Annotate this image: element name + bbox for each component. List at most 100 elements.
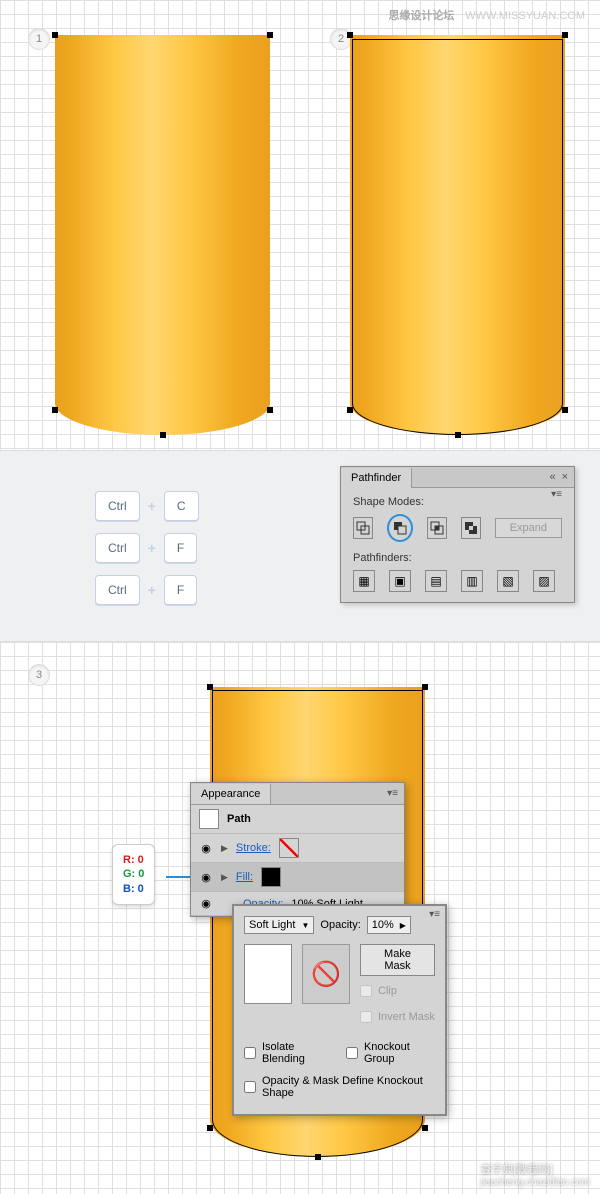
shape-modes-row: Expand [353,514,562,542]
define-knockout-checkbox[interactable]: Opacity & Mask Define Knockout Shape [244,1075,435,1099]
plus-icon: + [148,540,156,556]
collapse-icon[interactable]: « [549,471,555,483]
panel-menu-icon[interactable]: ▾≡ [545,489,568,500]
anchor-point[interactable] [52,407,58,413]
expand-button[interactable]: Expand [495,518,562,538]
anchor-point[interactable] [267,407,273,413]
trim-button[interactable]: ▣ [389,570,411,592]
target-row: Path [191,805,404,834]
anchor-point[interactable] [562,32,568,38]
intersect-button[interactable] [427,517,447,539]
anchor-point[interactable] [315,1154,321,1160]
anchor-point[interactable] [422,684,428,690]
opacity-thumbnail[interactable] [244,944,292,1004]
fill-row[interactable]: ◉ ▶ Fill: [191,863,404,892]
transparency-popout[interactable]: ▾≡ Soft Light ▼ Opacity: 10% ▶ 🚫 Make Ma… [232,904,447,1116]
unite-button[interactable] [353,517,373,539]
plus-icon: + [148,498,156,514]
fill-swatch-black[interactable] [261,867,281,887]
rgb-b-value: B: 0 [123,882,144,896]
watermark-footer: 查字典[教程网] jiaocheng.chazidian.com [480,1160,590,1188]
anchor-point[interactable] [160,432,166,438]
knockout-group-checkbox[interactable]: Knockout Group [346,1041,435,1065]
anchor-point[interactable] [267,32,273,38]
rgb-g-value: G: 0 [123,867,144,881]
cylinder-shape-2[interactable] [350,35,565,435]
path-label: Path [227,813,251,825]
anchor-point[interactable] [207,684,213,690]
anchor-point[interactable] [52,32,58,38]
minus-back-button[interactable]: ▨ [533,570,555,592]
cylinder-shape-1[interactable] [55,35,270,435]
target-swatch[interactable] [199,809,219,829]
pathfinders-label: Pathfinders: [353,552,562,564]
transparency-body: Soft Light ▼ Opacity: 10% ▶ 🚫 Make Mask … [233,905,446,1115]
pathfinder-panel[interactable]: Pathfinder « × ▾≡ Shape Modes: Expand Pa… [340,466,575,603]
panel-header[interactable]: Pathfinder « × [341,467,574,488]
close-icon[interactable]: × [562,471,568,483]
visibility-toggle[interactable]: ◉ [199,897,213,910]
plus-icon: + [148,582,156,598]
shape-modes-label: Shape Modes: [353,496,562,508]
crop-button[interactable]: ▥ [461,570,483,592]
chevron-down-icon: ▼ [301,921,309,930]
key-ctrl: Ctrl [95,575,140,605]
footer-url: jiaocheng.chazidian.com [480,1177,590,1188]
step-badge-1: 1 [28,28,50,50]
cylinder-body [350,35,565,435]
key-f: F [164,575,197,605]
appearance-panel[interactable]: Appearance ▾≡ Path ◉ ▶ Stroke: ◉ ▶ Fill:… [190,782,405,917]
fill-link[interactable]: Fill: [236,871,253,883]
invert-mask-checkbox: Invert Mask [360,1011,435,1023]
anchor-point[interactable] [455,432,461,438]
panel-menu-icon[interactable]: ▾≡ [381,788,404,799]
watermark-url: WWW.MISSYUAN.COM [465,10,585,22]
visibility-toggle[interactable]: ◉ [199,871,213,884]
merge-button[interactable]: ▤ [425,570,447,592]
rgb-values-callout: R: 0 G: 0 B: 0 [112,844,155,905]
pathfinder-tab[interactable]: Pathfinder [341,468,412,488]
step-badge-3: 3 [28,664,50,686]
shortcut-row: Ctrl + F [95,533,197,563]
anchor-point[interactable] [347,32,353,38]
expand-triangle-icon[interactable]: ▶ [221,872,228,883]
visibility-toggle[interactable]: ◉ [199,842,213,855]
anchor-point[interactable] [422,1125,428,1131]
panel-controls[interactable]: « × [543,471,574,483]
pathfinders-row: ▦ ▣ ▤ ▥ ▧ ▨ [353,570,562,592]
panel-header[interactable]: Appearance ▾≡ [191,783,404,805]
opacity-label: Opacity: [320,919,360,931]
anchor-point[interactable] [562,407,568,413]
anchor-point[interactable] [207,1125,213,1131]
mask-thumbnail-empty[interactable]: 🚫 [302,944,350,1004]
chevron-right-icon: ▶ [400,921,406,930]
anchor-point[interactable] [347,407,353,413]
appearance-tab[interactable]: Appearance [191,784,271,804]
pathfinder-body: Shape Modes: Expand Pathfinders: ▦ ▣ ▤ ▥… [341,488,574,602]
outline-button[interactable]: ▧ [497,570,519,592]
make-mask-button[interactable]: Make Mask [360,944,435,976]
panel-menu-icon[interactable]: ▾≡ [429,909,440,920]
isolate-blending-checkbox[interactable]: Isolate Blending [244,1041,332,1065]
canvas-steps-1-2: 思缘设计论坛 WWW.MISSYUAN.COM 1 2 [0,0,600,450]
opacity-input[interactable]: 10% ▶ [367,916,411,934]
cylinder-body [55,35,270,435]
opacity-value: 10% [372,919,394,931]
watermark-top: 思缘设计论坛 WWW.MISSYUAN.COM [388,7,585,23]
stroke-swatch-none[interactable] [279,838,299,858]
minus-front-button[interactable] [387,514,413,542]
exclude-button[interactable] [461,517,481,539]
shortcut-row: Ctrl + F [95,575,197,605]
stroke-link[interactable]: Stroke: [236,842,271,854]
key-ctrl: Ctrl [95,533,140,563]
canvas-step-3: 3 R: 0 G: 0 B: 0 Appearance ▾≡ Path ◉ ▶ … [0,642,600,1194]
shortcut-row: Ctrl + C [95,491,199,521]
key-ctrl: Ctrl [95,491,140,521]
stroke-row[interactable]: ◉ ▶ Stroke: [191,834,404,863]
rgb-r-value: R: 0 [123,853,144,867]
expand-triangle-icon[interactable]: ▶ [221,843,228,854]
divide-button[interactable]: ▦ [353,570,375,592]
key-c: C [164,491,199,521]
blend-mode-dropdown[interactable]: Soft Light ▼ [244,916,314,934]
shortcuts-and-pathfinder-area: Ctrl + C Ctrl + F Ctrl + F Pathfinder « … [0,450,600,642]
